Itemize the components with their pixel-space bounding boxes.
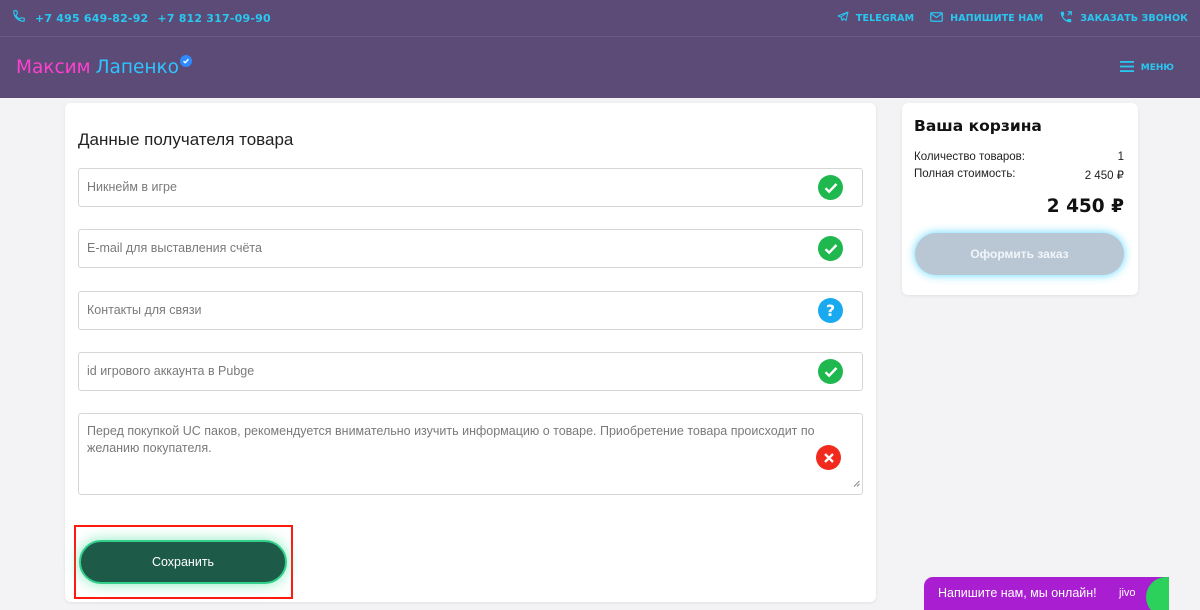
callback-icon [1059,10,1073,27]
hamburger-icon [1119,60,1134,75]
telegram-icon [837,11,849,25]
check-icon [818,359,843,384]
contacts-field[interactable]: Контакты для связи ? [78,291,863,330]
mail-icon [930,11,944,25]
chat-status-dot [1146,577,1169,610]
cart-card: Ваша корзина Количество товаров: 1 Полна… [902,103,1138,295]
telegram-link[interactable]: TELEGRAM [837,11,914,25]
cart-count-label: Количество товаров: [914,151,1025,163]
game-id-placeholder: id игрового аккаунта в Pubge [87,364,255,378]
checkout-button[interactable]: Оформить заказ [915,233,1124,275]
order-call-link[interactable]: ЗАКАЗАТЬ ЗВОНОК [1059,10,1188,27]
chat-label: Напишите нам, мы онлайн! [938,586,1097,600]
contacts-placeholder: Контакты для связи [87,303,202,317]
telegram-label: TELEGRAM [855,12,915,24]
cart-cost-value: 2 450 ₽ [1084,170,1124,182]
resize-handle-icon[interactable] [853,474,860,492]
cart-total: 2 450 ₽ [1046,196,1124,217]
error-icon [816,445,841,470]
email-field[interactable]: E-mail для выставления счёта [78,229,863,268]
cart-count-value: 1 [1117,151,1124,163]
notice-textarea[interactable]: Перед покупкой UC паков, рекомендуется в… [78,413,863,495]
save-button[interactable]: Сохранить [79,540,287,584]
cart-cost-label: Полная стоимость: [914,168,1016,180]
chat-widget[interactable]: Напишите нам, мы онлайн! jivo [924,577,1169,610]
notice-placeholder: Перед покупкой UC паков, рекомендуется в… [87,424,815,455]
order-call-label: ЗАКАЗАТЬ ЗВОНОК [1080,12,1188,24]
phone-link-spb[interactable]: +7 812 317-09-90 [157,12,270,25]
logo-last-name: Лапенко [95,57,179,78]
game-id-field[interactable]: id игрового аккаунта в Pubge [78,352,863,391]
top-links: TELEGRAM НАПИШИТЕ НАМ ЗАКАЗАТЬ ЗВОНОК [837,10,1188,27]
nickname-field[interactable]: Никнейм в игре [78,168,863,207]
phone-list: +7 495 649-82-92 +7 812 317-09-90 [12,9,271,28]
recipient-form-card: Данные получателя товара Никнейм в игре … [65,103,876,602]
cart-cost-row: Полная стоимость: 2 450 ₽ [914,168,1124,182]
cart-title: Ваша корзина [914,117,1042,135]
check-icon [818,236,843,261]
nickname-placeholder: Никнейм в игре [87,180,177,194]
site-header: Максим Лапенко МЕНЮ [0,37,1200,98]
chat-brand: jivo [1119,587,1136,599]
verified-badge-icon [179,55,192,67]
site-logo[interactable]: Максим Лапенко [16,55,192,78]
menu-button[interactable]: МЕНЮ [1119,60,1174,75]
top-contact-bar: +7 495 649-82-92 +7 812 317-09-90 TELEGR… [0,0,1200,37]
check-icon [818,175,843,200]
phone-link-moscow[interactable]: +7 495 649-82-92 [35,12,148,25]
logo-first-name: Максим [16,57,91,78]
phone-icon [12,9,26,28]
menu-label: МЕНЮ [1140,62,1174,73]
write-us-label: НАПИШИТЕ НАМ [950,12,1044,24]
form-title: Данные получателя товара [78,130,294,149]
cart-count-row: Количество товаров: 1 [914,151,1124,163]
email-placeholder: E-mail для выставления счёта [87,241,262,255]
question-icon: ? [818,298,843,323]
write-us-link[interactable]: НАПИШИТЕ НАМ [930,11,1044,25]
